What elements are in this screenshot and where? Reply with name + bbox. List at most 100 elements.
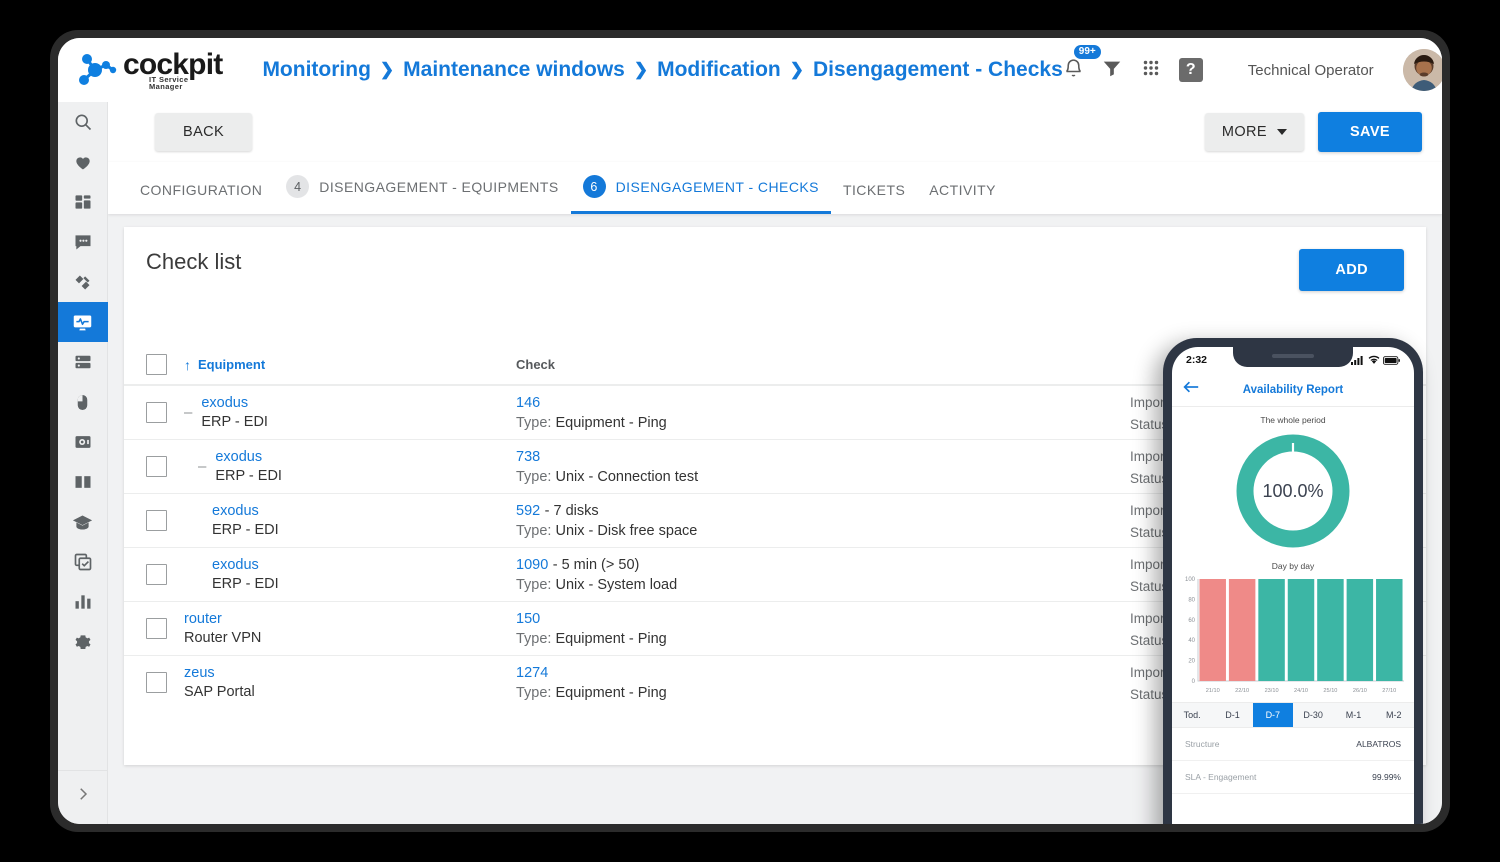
help-icon[interactable]: ? xyxy=(1178,58,1203,82)
check-id-link[interactable]: 146 xyxy=(516,395,540,411)
availability-value: 100.0% xyxy=(1262,480,1324,501)
save-button[interactable]: SAVE xyxy=(1317,112,1422,152)
breadcrumb-item-monitoring[interactable]: Monitoring xyxy=(262,58,370,82)
cockpit-logo-icon xyxy=(79,54,117,85)
equipment-description: ERP - EDI xyxy=(212,522,279,538)
bar xyxy=(1346,579,1374,681)
svg-text:25/10: 25/10 xyxy=(1323,688,1337,694)
avatar[interactable] xyxy=(1402,49,1442,91)
bar-chart-svg: 0 20 40 60 80 100 21/10 22/10 23/10 24/10 25/10 26… xyxy=(1185,577,1404,694)
sidebar-item-dashboard[interactable] xyxy=(58,182,108,222)
period-d1[interactable]: D-1 xyxy=(1212,703,1252,727)
check-id-link[interactable]: 1090 xyxy=(516,557,548,573)
check-id-link[interactable]: 150 xyxy=(516,611,540,627)
breadcrumb-item-disengagement-checks[interactable]: Disengagement - Checks xyxy=(813,58,1063,82)
row-select-cell xyxy=(146,564,184,585)
tree-dash-icon: – xyxy=(198,458,207,475)
check-cell: 1090 - 5 min (> 50) Type: Unix - System l… xyxy=(516,556,1130,593)
phone-status-bar: 2:32 xyxy=(1172,347,1414,373)
more-button-label: MORE xyxy=(1221,124,1267,140)
sidebar-item-favorites[interactable] xyxy=(58,142,108,182)
tablet-device-frame: cockpit IT Service Manager Monitoring ❯ … xyxy=(50,30,1450,832)
toolbar-right-actions: MORE SAVE xyxy=(1204,112,1422,152)
breadcrumb-item-maintenance-windows[interactable]: Maintenance windows xyxy=(403,58,625,82)
equipment-link[interactable]: exodus xyxy=(201,395,268,411)
check-id-link[interactable]: 738 xyxy=(516,449,540,465)
header-actions: 99+ ? Technical Operator xyxy=(1063,44,1442,91)
tab-disengagement-checks[interactable]: 6 DISENGAGEMENT - CHECKS xyxy=(570,175,831,214)
sidebar-item-devices[interactable] xyxy=(58,382,108,422)
row-checkbox[interactable] xyxy=(146,402,167,423)
sidebar-item-settings[interactable] xyxy=(58,622,108,662)
row-select-cell xyxy=(146,402,184,423)
tab-tickets[interactable]: TICKETS xyxy=(831,182,917,214)
add-button[interactable]: ADD xyxy=(1299,249,1404,291)
filter-icon[interactable] xyxy=(1101,57,1123,84)
tab-count-badge: 6 xyxy=(582,175,606,198)
column-header-equipment[interactable]: ↑ Equipment xyxy=(184,357,516,373)
sidebar-item-safe[interactable] xyxy=(58,422,108,462)
app-logo[interactable]: cockpit IT Service Manager xyxy=(58,49,223,91)
phone-device-frame: 2:32 Availability Report The whole perio… xyxy=(1163,338,1423,824)
sidebar-item-monitoring[interactable] xyxy=(58,302,108,342)
detail-row-structure: Structure ALBATROS xyxy=(1172,728,1414,761)
chevron-down-icon xyxy=(1276,129,1287,135)
apps-grid-icon[interactable] xyxy=(1140,57,1162,84)
user-name-label: Technical Operator xyxy=(1247,61,1374,79)
period-d30[interactable]: D-30 xyxy=(1293,703,1333,727)
detail-key: SLA - Engagement xyxy=(1185,772,1257,782)
period-m1[interactable]: M-1 xyxy=(1333,703,1373,727)
row-checkbox[interactable] xyxy=(146,672,167,693)
sidebar-item-reports[interactable] xyxy=(58,582,108,622)
equipment-cell: router Router VPN xyxy=(184,611,516,646)
breadcrumb-item-modification[interactable]: Modification xyxy=(657,58,781,82)
tab-label: DISENGAGEMENT - CHECKS xyxy=(615,178,819,195)
period-m2[interactable]: M-2 xyxy=(1374,703,1414,727)
row-checkbox[interactable] xyxy=(146,510,167,531)
check-extra: - 7 disks xyxy=(544,503,599,519)
availability-donut-chart: 100.0% xyxy=(1172,429,1414,553)
bell-icon[interactable]: 99+ xyxy=(1063,44,1101,84)
column-label: Check xyxy=(516,357,556,372)
equipment-link[interactable]: exodus xyxy=(212,557,279,573)
check-type: Type: Equipment - Ping xyxy=(516,631,667,647)
more-button[interactable]: MORE xyxy=(1204,113,1304,151)
svg-text:40: 40 xyxy=(1188,638,1195,644)
sidebar-expand-chevron-right-icon[interactable] xyxy=(58,770,108,816)
svg-text:100: 100 xyxy=(1185,577,1196,583)
tab-configuration[interactable]: CONFIGURATION xyxy=(128,182,274,214)
tab-activity[interactable]: ACTIVITY xyxy=(917,182,1008,214)
period-today[interactable]: Tod. xyxy=(1172,703,1212,727)
tab-disengagement-equipments[interactable]: 4 DISENGAGEMENT - EQUIPMENTS xyxy=(274,175,570,214)
row-checkbox[interactable] xyxy=(146,618,167,639)
sidebar-item-tickets[interactable] xyxy=(58,262,108,302)
day-by-day-bar-chart: 0 20 40 60 80 100 21/10 22/10 23/10 24/10 25/10 26… xyxy=(1178,575,1404,702)
row-checkbox[interactable] xyxy=(146,456,167,477)
sidebar-item-servers[interactable] xyxy=(58,342,108,382)
equipment-link[interactable]: zeus xyxy=(184,665,255,681)
sidebar-item-chat[interactable] xyxy=(58,222,108,262)
period-d7[interactable]: D-7 xyxy=(1252,703,1293,727)
svg-text:22/10: 22/10 xyxy=(1235,688,1249,694)
arrow-left-icon[interactable] xyxy=(1183,380,1199,399)
select-all-checkbox[interactable] xyxy=(146,354,167,375)
column-header-check[interactable]: Check xyxy=(516,357,1130,372)
equipment-link[interactable]: exodus xyxy=(212,503,279,519)
select-all-cell xyxy=(146,354,184,375)
back-button[interactable]: BACK xyxy=(155,113,253,151)
svg-text:21/10: 21/10 xyxy=(1206,688,1220,694)
page-title: Check list xyxy=(146,249,242,274)
equipment-link[interactable]: exodus xyxy=(215,449,282,465)
check-id-link[interactable]: 1274 xyxy=(516,665,548,681)
sidebar-item-tasks[interactable] xyxy=(58,542,108,582)
svg-text:20: 20 xyxy=(1188,659,1195,665)
sidebar-item-search[interactable] xyxy=(58,102,108,142)
sidebar-item-training[interactable] xyxy=(58,502,108,542)
check-cell: 592 - 7 disks Type: Unix - Disk free spac… xyxy=(516,502,1130,539)
row-checkbox[interactable] xyxy=(146,564,167,585)
sidebar-item-knowledge[interactable] xyxy=(58,462,108,502)
detail-row-sla: SLA - Engagement 99.99% xyxy=(1172,761,1414,794)
equipment-link[interactable]: router xyxy=(184,611,261,627)
equipment-cell: exodus ERP - EDI xyxy=(184,557,516,592)
check-id-link[interactable]: 592 xyxy=(516,503,540,519)
